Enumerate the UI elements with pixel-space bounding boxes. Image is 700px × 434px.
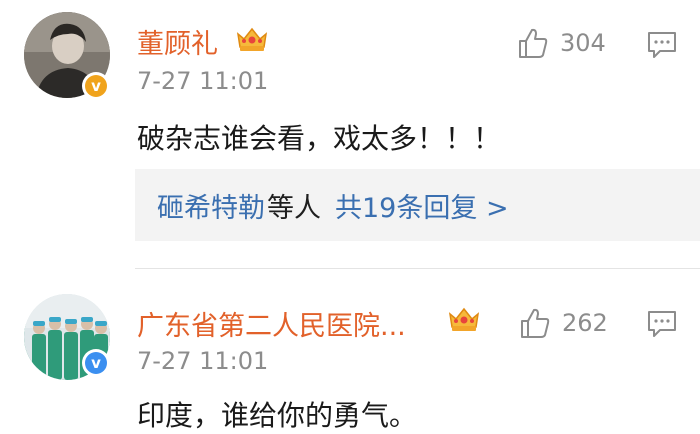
verified-v-icon: v xyxy=(85,352,107,374)
replies-preview[interactable]: 砸希特勒 等人 共19条回复 > xyxy=(135,169,700,241)
like-button[interactable]: 304 xyxy=(516,26,606,60)
comment-icon[interactable] xyxy=(646,30,678,60)
comment-timestamp: 7-27 11:01 xyxy=(137,347,269,375)
verified-badge-icon: v xyxy=(82,72,110,100)
comment-icon[interactable] xyxy=(646,309,678,339)
thumbs-up-icon xyxy=(519,28,548,58)
replies-count-link[interactable]: 共19条回复 > xyxy=(335,186,509,225)
like-button[interactable]: 262 xyxy=(518,306,608,340)
divider xyxy=(135,268,700,269)
verified-v-icon: v xyxy=(85,75,107,97)
replies-suffix: 等人 xyxy=(267,192,321,224)
replies-user-link[interactable]: 砸希特勒 xyxy=(157,186,265,225)
comment-username[interactable]: 董顾礼 xyxy=(137,22,218,61)
comment-text: 破杂志谁会看，戏太多！！！ xyxy=(137,122,502,155)
like-count: 304 xyxy=(560,29,606,57)
crown-icon xyxy=(236,27,268,51)
comment-username[interactable]: 广东省第二人民医院... xyxy=(137,304,406,343)
crown-icon xyxy=(448,307,480,331)
comment-text: 印度，谁给你的勇气。 xyxy=(137,399,418,432)
comment-timestamp: 7-27 11:01 xyxy=(137,67,269,95)
verified-badge-icon: v xyxy=(82,349,110,377)
thumbs-up-icon xyxy=(521,308,550,338)
like-count: 262 xyxy=(562,309,608,337)
